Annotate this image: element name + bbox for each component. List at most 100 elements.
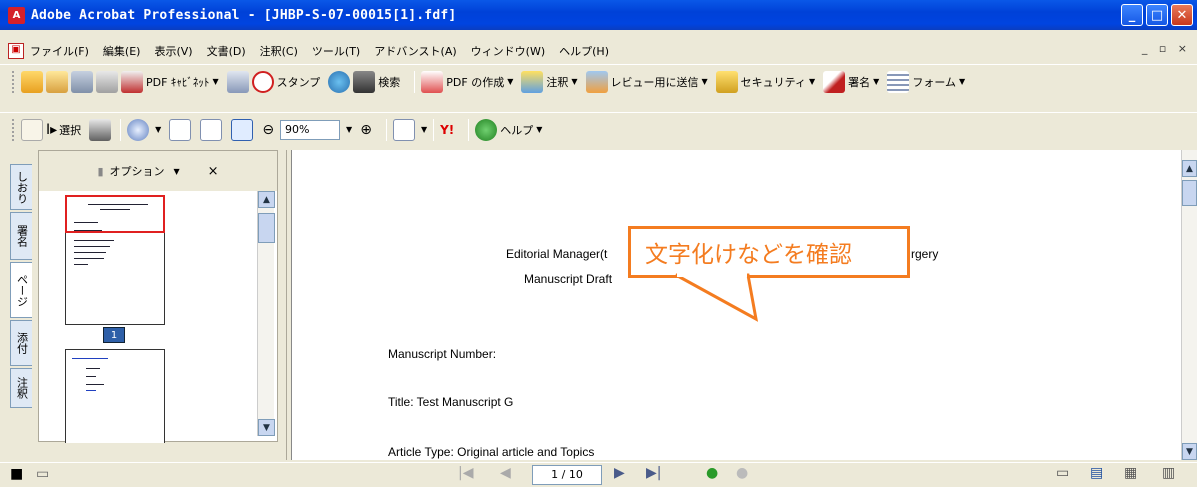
page-thumbnail-1[interactable] [65, 195, 165, 325]
hand-tool-icon[interactable] [21, 118, 43, 141]
go-forward-icon[interactable]: ● [736, 465, 748, 481]
acrobat-app-icon: A [8, 6, 25, 24]
fit-page-icon[interactable] [200, 118, 223, 141]
comment-button[interactable]: 注釈 ▼ [521, 70, 578, 94]
continuous-page-icon[interactable]: ▤ [1090, 465, 1103, 481]
scroll-thumb[interactable] [258, 213, 275, 243]
menu-bar: ▣ ファイル(F) 編集(E) 表示(V) 文書(D) 注釈(C) ツール(T)… [0, 40, 1197, 62]
page-thumbnail-2[interactable] [65, 349, 165, 443]
page-number-badge: 1 [103, 327, 125, 343]
continuous-facing-icon[interactable]: ▥ [1162, 465, 1175, 481]
zoom-input[interactable]: 90% [280, 119, 341, 140]
menu-window[interactable]: ウィンドウ(W) [471, 43, 545, 59]
close-button[interactable]: ✕ [1171, 4, 1193, 26]
first-page-icon[interactable]: |◀ [458, 465, 473, 481]
thumbnail-text-line [88, 204, 148, 205]
doc-manuscript-number: Manuscript Number: [388, 347, 497, 361]
panel-close-button[interactable]: × [208, 164, 219, 179]
options-menu[interactable]: オプション [110, 163, 165, 179]
form-icon [887, 70, 910, 93]
scroll-thumb[interactable] [1182, 180, 1197, 206]
menu-comments[interactable]: 注釈(C) [260, 43, 298, 59]
callout-tail-mask [677, 273, 747, 277]
visible-area-box[interactable] [65, 195, 165, 233]
tab-attachments[interactable]: 添付 [10, 320, 32, 366]
menu-edit[interactable]: 編集(E) [103, 43, 141, 59]
toolbar-grip[interactable] [12, 118, 15, 141]
callout-pointer [675, 273, 759, 322]
thumbnail-text-line [100, 209, 130, 210]
tab-pages[interactable]: ページ [10, 262, 32, 318]
zoom-out-icon[interactable]: ⊖ [262, 122, 274, 138]
open-folder-icon[interactable] [21, 70, 43, 93]
select-tool-button[interactable]: I▸ 選択 [46, 118, 81, 142]
scroll-up-button[interactable]: ▲ [258, 191, 275, 208]
zoom-dropdown-icon[interactable]: ▼ [346, 125, 352, 134]
pdf-cabinet-button[interactable]: PDF ｷｬﾋﾞﾈｯﾄ ▼ [121, 70, 219, 94]
trash-icon[interactable]: ▮ [97, 165, 103, 178]
menu-tools[interactable]: ツール(T) [312, 43, 360, 59]
page-size-icon[interactable]: ▭ [36, 466, 49, 482]
organizer-icon[interactable] [46, 70, 68, 93]
form-button[interactable]: フォーム ▼ [887, 70, 965, 94]
last-page-icon[interactable]: ▶| [646, 465, 661, 481]
thumbnail-text-line [74, 252, 106, 253]
menu-help[interactable]: ヘルプ(H) [559, 43, 609, 59]
stamp-button[interactable]: スタンプ [251, 70, 320, 94]
save-icon[interactable] [71, 70, 93, 93]
previous-page-icon[interactable]: ◀ [500, 465, 511, 481]
minimize-button[interactable]: _ [1121, 4, 1143, 26]
scroll-up-button[interactable]: ▲ [1182, 160, 1197, 177]
display-icon[interactable]: ■ [10, 466, 23, 482]
search-button[interactable]: 検索 [353, 70, 400, 94]
snapshot-camera-icon[interactable] [89, 118, 112, 141]
scroll-down-button[interactable]: ▼ [1182, 443, 1197, 460]
select-label: 選択 [59, 123, 82, 137]
fit-width-icon[interactable] [231, 118, 254, 141]
callout-tail [675, 273, 759, 322]
search-label: 検索 [378, 75, 401, 89]
actual-size-icon[interactable] [169, 118, 192, 141]
menu-advanced[interactable]: アドバンスト(A) [374, 43, 456, 59]
single-page-icon[interactable]: ▭ [1056, 465, 1069, 481]
page-number-input[interactable]: 1 / 10 [532, 465, 602, 485]
toolbar-grip[interactable] [12, 70, 15, 93]
tab-comments[interactable]: 注釈 [10, 368, 32, 408]
stamp-icon [251, 70, 274, 93]
menu-file[interactable]: ファイル(F) [30, 43, 89, 59]
help-button[interactable]: ヘルプ ▼ [475, 118, 542, 142]
zoom-in-icon[interactable]: ⊕ [360, 122, 372, 138]
thumbnail-text-line [74, 258, 104, 259]
go-back-icon[interactable]: ● [706, 465, 718, 481]
next-page-icon[interactable]: ▶ [614, 465, 625, 481]
facing-pages-icon[interactable]: ▦ [1124, 465, 1137, 481]
doc-header-line-2: Manuscript Draft [524, 272, 613, 286]
yahoo-icon[interactable]: Y! [440, 123, 454, 137]
email-globe-icon[interactable] [328, 70, 351, 93]
thumbnail-text-line [74, 246, 110, 247]
thumbnail-text-line [86, 368, 100, 369]
thumbnail-text-line [86, 376, 96, 377]
send-review-button[interactable]: レビュー用に送信 ▼ [585, 70, 708, 94]
maximize-button[interactable]: □ [1146, 4, 1168, 26]
rotate-view-icon[interactable] [392, 118, 415, 141]
zoom-tool-button[interactable]: ▼ [127, 118, 161, 142]
sign-button[interactable]: 署名 ▼ [823, 70, 879, 94]
chevron-down-icon: ▼ [809, 77, 816, 86]
menu-document[interactable]: 文書(D) [207, 43, 246, 59]
create-pdf-icon [421, 70, 444, 93]
tab-bookmarks[interactable]: しおり [10, 164, 32, 210]
tab-signatures[interactable]: 署名 [10, 212, 32, 260]
thumbnails-scrollbar[interactable]: ▲ ▼ [257, 191, 275, 436]
panel-splitter[interactable] [279, 150, 287, 460]
print-icon[interactable] [96, 70, 118, 93]
security-button[interactable]: セキュリティ ▼ [715, 70, 816, 94]
scroll-down-button[interactable]: ▼ [258, 419, 275, 436]
create-pdf-button[interactable]: PDF の作成 ▼ [421, 70, 513, 94]
doc-window-controls[interactable]: _ ▫ × [1142, 42, 1191, 55]
chevron-down-icon: ▼ [173, 166, 180, 176]
thumbnail-text-line [74, 222, 98, 223]
attach-clip-icon[interactable] [226, 70, 249, 93]
menu-view[interactable]: 表示(V) [154, 43, 192, 59]
document-scrollbar[interactable]: ▲ ▼ [1181, 150, 1197, 460]
